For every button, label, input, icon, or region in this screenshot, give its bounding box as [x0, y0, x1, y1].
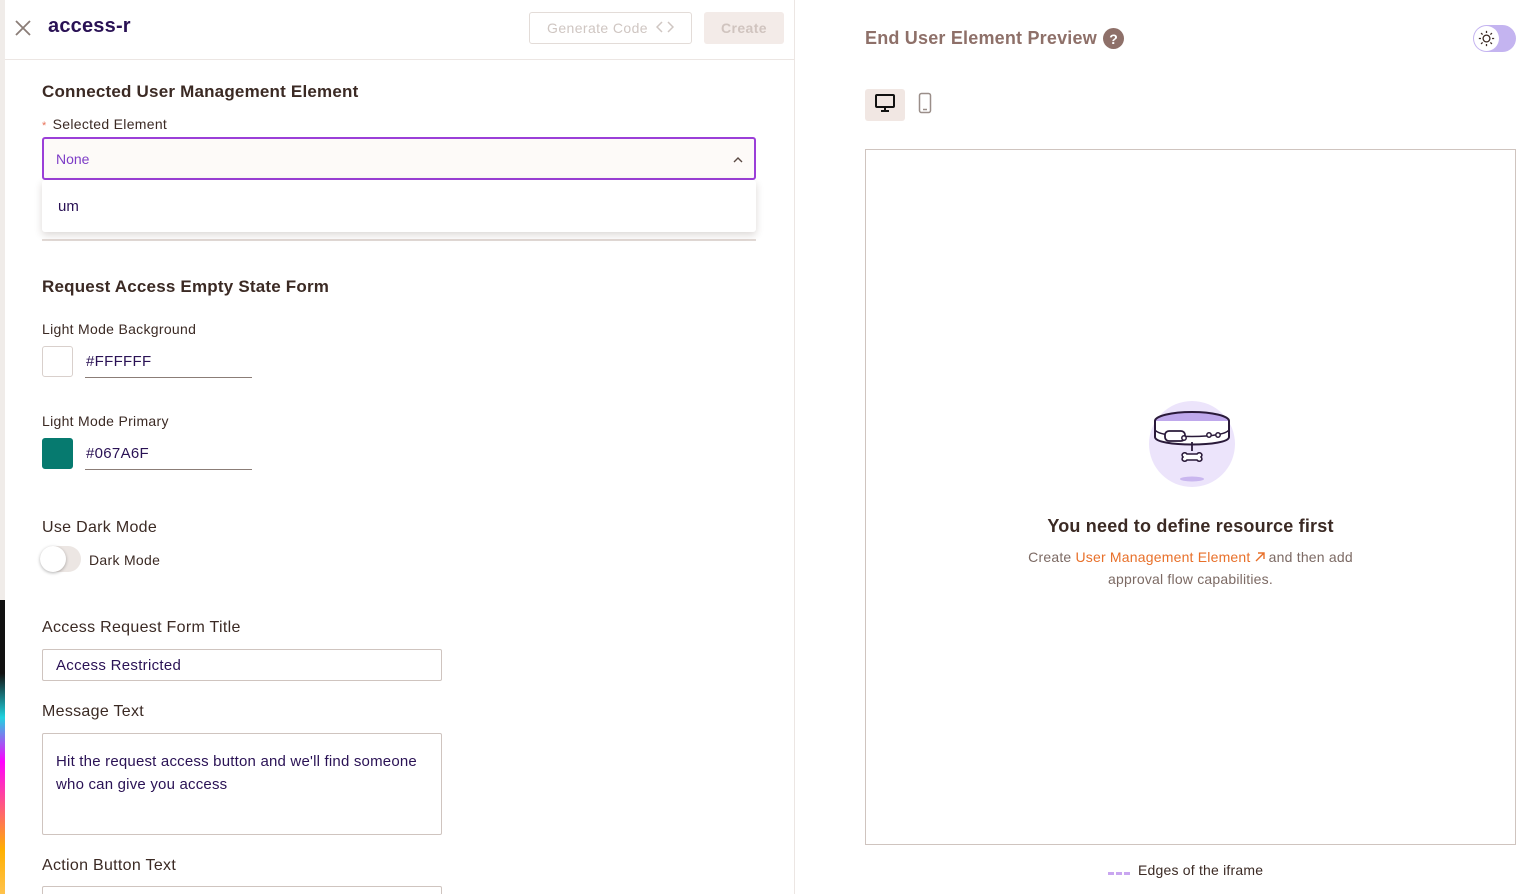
dark-mode-section-title: Use Dark Mode	[42, 519, 158, 536]
bg-color-input[interactable]	[85, 346, 252, 378]
mobile-view-button[interactable]	[905, 89, 945, 121]
editor-panel: access-r Generate Code Create Connected …	[5, 0, 795, 894]
toggle-knob	[40, 546, 66, 572]
dropdown-option-um[interactable]: um	[42, 180, 756, 232]
message-text-label: Message Text	[42, 703, 145, 720]
dark-mode-label: Dark Mode	[89, 552, 161, 568]
connected-section-title: Connected User Management Element	[42, 82, 359, 101]
generate-code-label: Generate Code	[547, 20, 648, 36]
bg-color-swatch[interactable]	[42, 346, 73, 377]
form-section-title: Request Access Empty State Form	[42, 277, 330, 296]
iframe-edges-label: Edges of the iframe	[1138, 862, 1264, 878]
dark-mode-toggle[interactable]	[40, 546, 81, 572]
code-icon	[655, 20, 675, 36]
desktop-icon	[874, 93, 896, 118]
help-icon[interactable]: ?	[1103, 28, 1124, 49]
iframe-edges-legend: Edges of the iframe	[1108, 862, 1263, 878]
sun-icon	[1474, 26, 1499, 51]
action-button-text-label: Action Button Text	[42, 857, 177, 874]
preview-iframe: You need to define resource first Create…	[865, 149, 1516, 845]
primary-color-swatch[interactable]	[42, 438, 73, 469]
action-button-text-input[interactable]	[42, 886, 442, 894]
primary-color-input[interactable]	[85, 438, 252, 470]
user-management-link[interactable]: User Management Element	[1075, 549, 1265, 565]
preview-title: End User Element Preview	[865, 28, 1097, 48]
primary-color-label: Light Mode Primary	[42, 413, 169, 429]
dashed-line-icon	[1108, 862, 1132, 878]
desktop-view-button[interactable]	[865, 89, 905, 121]
create-button[interactable]: Create	[704, 12, 784, 44]
selected-element-value: None	[56, 150, 90, 167]
page-title: access-r	[48, 15, 131, 37]
selected-element-label: * Selected Element	[42, 116, 168, 132]
required-icon: *	[42, 120, 47, 132]
close-icon[interactable]	[13, 18, 33, 38]
collar-illustration-icon	[1147, 399, 1237, 489]
message-text-input[interactable]: Hit the request access button and we'll …	[42, 733, 442, 835]
preview-panel: End User Element Preview ? You need to d…	[796, 0, 1521, 894]
section-divider	[42, 239, 756, 241]
theme-toggle[interactable]	[1473, 25, 1516, 52]
editor-topbar: access-r Generate Code Create	[5, 0, 794, 60]
selected-element-select[interactable]: None	[42, 137, 756, 180]
generate-code-button[interactable]: Generate Code	[529, 12, 692, 44]
chevron-up-icon	[732, 153, 744, 165]
bg-color-label: Light Mode Background	[42, 321, 197, 337]
form-title-input[interactable]	[42, 649, 442, 681]
mobile-icon	[918, 92, 932, 119]
selected-element-dropdown: um	[42, 180, 756, 232]
empty-state-title: You need to define resource first	[1047, 516, 1334, 536]
empty-state-text: Create User Management Element and then …	[1028, 549, 1353, 587]
external-link-icon	[1255, 549, 1265, 565]
form-title-label: Access Request Form Title	[42, 619, 241, 636]
